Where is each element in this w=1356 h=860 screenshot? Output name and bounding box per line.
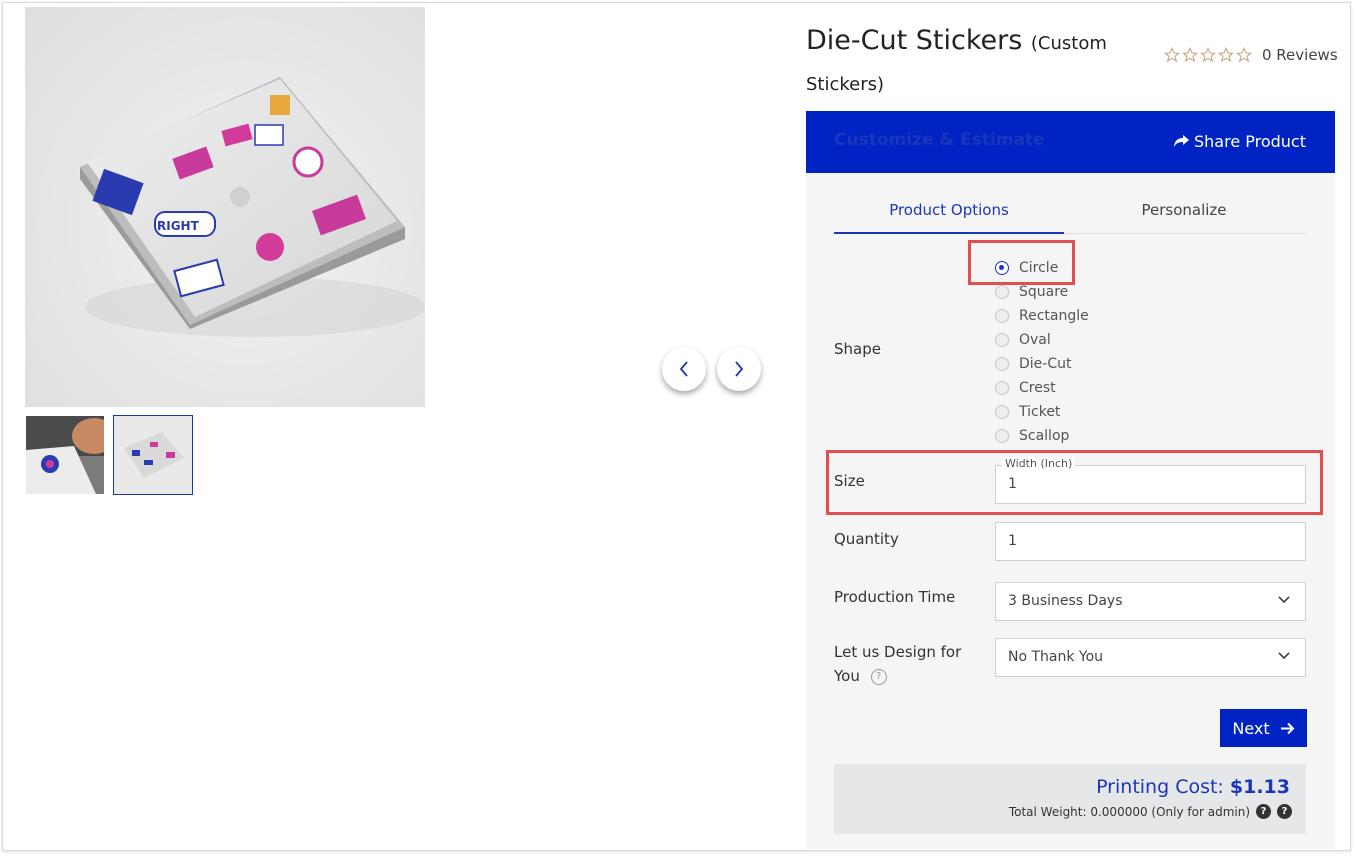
tab-product-options[interactable]: Product Options [834,201,1064,234]
share-product-button[interactable]: Share Product [1173,132,1306,151]
help-icon[interactable]: ? [870,668,887,685]
design-label: Let us Design for You ? [834,640,961,688]
shape-option-label: Ticket [1019,404,1061,420]
design-label-line2: You [834,667,860,685]
production-time-label: Production Time [834,588,956,606]
total-weight: Total Weight: 0.000000 (Only for admin) … [1009,804,1292,819]
thumbnail-2[interactable] [113,415,193,495]
product-main-image: RIGHT [25,7,425,407]
shape-option-scallop[interactable]: Scallop [995,424,1089,448]
thumbnail-1[interactable] [26,416,104,494]
radio-icon[interactable] [995,429,1009,443]
shape-option-label: Rectangle [1019,308,1089,324]
size-highlight-box [826,450,1323,515]
design-label-line1: Let us Design for [834,643,962,661]
production-time-select[interactable]: 3 Business Days [995,582,1306,621]
design-select[interactable]: No Thank You [995,638,1306,677]
star-icon [1236,47,1252,63]
printing-cost-value: $1.13 [1229,776,1290,798]
panel-header: Customize & Estimate Share Product [806,111,1335,173]
customize-panel: Customize & Estimate Share Product Produ… [806,111,1335,849]
printing-cost-label: Printing Cost: [1096,776,1224,798]
quantity-label: Quantity [834,530,899,548]
star-icon [1218,47,1234,63]
help-icon[interactable]: ? [1277,804,1292,819]
shape-option-crest[interactable]: Crest [995,376,1089,400]
shape-option-label: Die-Cut [1019,356,1072,372]
svg-text:RIGHT: RIGHT [157,219,200,233]
star-icon [1182,47,1198,63]
quantity-input[interactable]: 1 [995,522,1306,561]
reviews-count[interactable]: 0 Reviews [1262,46,1338,64]
radio-icon[interactable] [995,357,1009,371]
printing-cost-box: Printing Cost: $1.13 Total Weight: 0.000… [834,764,1306,834]
previous-image-button[interactable] [662,347,706,391]
star-icon [1200,47,1216,63]
product-title: Die-Cut Stickers (Custom Stickers) [806,22,1146,104]
quantity-value: 1 [1008,533,1017,549]
next-button[interactable]: Next [1220,709,1307,747]
product-rating[interactable]: 0 Reviews [1164,46,1338,64]
shape-option-label: Scallop [1019,428,1070,444]
product-subtitle-line2: Stickers) [806,74,885,95]
star-icon [1164,47,1180,63]
radio-icon[interactable] [995,333,1009,347]
shape-option-label: Square [1019,284,1069,300]
tab-personalize[interactable]: Personalize [1069,201,1299,232]
arrow-right-icon [1280,722,1295,734]
shape-option-die-cut[interactable]: Die-Cut [995,352,1089,376]
circle-highlight-box [968,240,1075,285]
chevron-down-icon [1278,652,1290,660]
option-tabs: Product Options Personalize [834,201,1306,234]
radio-icon[interactable] [995,381,1009,395]
shape-label: Shape [834,340,881,358]
shape-option-oval[interactable]: Oval [995,328,1089,352]
design-value: No Thank You [1008,649,1104,665]
shape-option-ticket[interactable]: Ticket [995,400,1089,424]
help-icon[interactable]: ? [1256,804,1271,819]
radio-icon[interactable] [995,309,1009,323]
next-image-button[interactable] [717,347,761,391]
rating-stars [1164,47,1252,63]
printing-cost: Printing Cost: $1.13 [1096,776,1290,798]
shape-option-rectangle[interactable]: Rectangle [995,304,1089,328]
production-time-value: 3 Business Days [1008,593,1123,609]
radio-icon[interactable] [995,405,1009,419]
share-product-label: Share Product [1193,132,1306,151]
shape-option-label: Crest [1019,380,1056,396]
chevron-down-icon [1278,596,1290,604]
next-button-label: Next [1232,718,1270,738]
chevron-right-icon [735,361,744,377]
product-subtitle-line1: (Custom [1030,33,1107,54]
total-weight-text: Total Weight: 0.000000 (Only for admin) [1008,804,1250,819]
share-icon [1173,135,1189,147]
chevron-left-icon [679,361,688,377]
radio-icon[interactable] [995,285,1009,299]
product-title-main: Die-Cut Stickers [806,25,1023,56]
panel-header-title: Customize & Estimate [834,130,1045,150]
shape-option-label: Oval [1019,332,1051,348]
